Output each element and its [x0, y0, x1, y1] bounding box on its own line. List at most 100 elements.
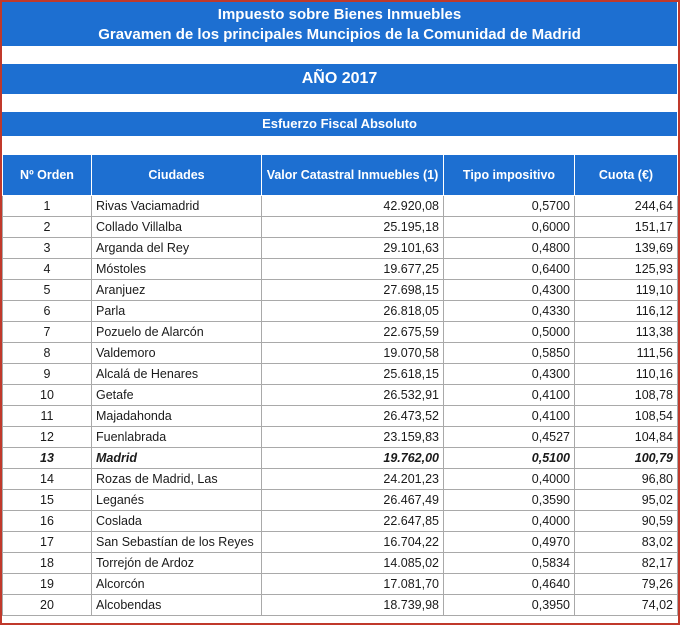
col-header-tax-rate: Tipo impositivo [443, 154, 575, 196]
cell-order: 4 [2, 258, 92, 280]
cell-tax-rate: 0,4000 [443, 468, 575, 490]
cell-city: Getafe [91, 384, 262, 406]
cell-tax-rate: 0,4800 [443, 237, 575, 259]
cell-quota: 125,93 [574, 258, 678, 280]
cell-quota: 82,17 [574, 552, 678, 574]
title-line-1: Impuesto sobre Bienes Inmuebles [217, 6, 462, 23]
title-banner: Impuesto sobre Bienes Inmuebles Gravamen… [2, 2, 677, 46]
cell-order: 18 [2, 552, 92, 574]
cell-tax-rate: 0,5834 [443, 552, 575, 574]
year-banner: AÑO 2017 [2, 64, 677, 94]
table-row: 9 Alcalá de Henares 25.618,15 0,4300 110,16 [2, 363, 678, 385]
cell-quota: 100,79 [574, 447, 678, 469]
cell-order: 9 [2, 363, 92, 385]
cell-tax-rate: 0,5000 [443, 321, 575, 343]
section-banner: Esfuerzo Fiscal Absoluto [2, 112, 677, 136]
cell-city: Móstoles [91, 258, 262, 280]
table-row: 20 Alcobendas 18.739,98 0,3950 74,02 [2, 594, 678, 616]
cell-cadastral-value: 16.704,22 [261, 531, 444, 553]
cell-quota: 110,16 [574, 363, 678, 385]
cell-tax-rate: 0,4970 [443, 531, 575, 553]
cell-cadastral-value: 19.070,58 [261, 342, 444, 364]
cell-quota: 95,02 [574, 489, 678, 511]
cell-quota: 113,38 [574, 321, 678, 343]
cell-cadastral-value: 23.159,83 [261, 426, 444, 448]
cell-city: Arganda del Rey [91, 237, 262, 259]
cell-tax-rate: 0,5700 [443, 195, 575, 217]
cell-city: Rivas Vaciamadrid [91, 195, 262, 217]
cell-cadastral-value: 26.473,52 [261, 405, 444, 427]
cell-cadastral-value: 26.818,05 [261, 300, 444, 322]
table-row: 13 Madrid 19.762,00 0,5100 100,79 [2, 447, 678, 469]
table-row: 4 Móstoles 19.677,25 0,6400 125,93 [2, 258, 678, 280]
cell-quota: 96,80 [574, 468, 678, 490]
cell-quota: 119,10 [574, 279, 678, 301]
cell-tax-rate: 0,6400 [443, 258, 575, 280]
col-header-order: Nº Orden [2, 154, 92, 196]
table-row: 1 Rivas Vaciamadrid 42.920,08 0,5700 244,64 [2, 195, 678, 217]
cell-quota: 79,26 [574, 573, 678, 595]
cell-tax-rate: 0,4330 [443, 300, 575, 322]
table-row: 7 Pozuelo de Alarcón 22.675,59 0,5000 113,38 [2, 321, 678, 343]
cell-order: 2 [2, 216, 92, 238]
cell-tax-rate: 0,3590 [443, 489, 575, 511]
cell-order: 7 [2, 321, 92, 343]
cell-city: Fuenlabrada [91, 426, 262, 448]
cell-cadastral-value: 29.101,63 [261, 237, 444, 259]
cell-city: Collado Villalba [91, 216, 262, 238]
cell-order: 5 [2, 279, 92, 301]
cell-quota: 116,12 [574, 300, 678, 322]
cell-city: Leganés [91, 489, 262, 511]
cell-cadastral-value: 42.920,08 [261, 195, 444, 217]
cell-cadastral-value: 24.201,23 [261, 468, 444, 490]
table-row: 10 Getafe 26.532,91 0,4100 108,78 [2, 384, 678, 406]
cell-quota: 83,02 [574, 531, 678, 553]
col-header-city: Ciudades [91, 154, 262, 196]
table-row: 6 Parla 26.818,05 0,4330 116,12 [2, 300, 678, 322]
cell-tax-rate: 0,6000 [443, 216, 575, 238]
cell-city: Rozas de Madrid, Las [91, 468, 262, 490]
cell-quota: 108,78 [574, 384, 678, 406]
cell-city: Majadahonda [91, 405, 262, 427]
table-row: 11 Majadahonda 26.473,52 0,4100 108,54 [2, 405, 678, 427]
cell-cadastral-value: 25.195,18 [261, 216, 444, 238]
cell-cadastral-value: 25.618,15 [261, 363, 444, 385]
cell-city: Alcobendas [91, 594, 262, 616]
cell-quota: 90,59 [574, 510, 678, 532]
cell-cadastral-value: 26.532,91 [261, 384, 444, 406]
table-row: 16 Coslada 22.647,85 0,4000 90,59 [2, 510, 678, 532]
cell-cadastral-value: 14.085,02 [261, 552, 444, 574]
table-header-row: Nº Orden Ciudades Valor Catastral Inmueb… [2, 154, 678, 196]
col-header-quota: Cuota (€) [574, 154, 678, 196]
cell-order: 11 [2, 405, 92, 427]
cell-cadastral-value: 22.647,85 [261, 510, 444, 532]
cell-city: San Sebastían de los Reyes [91, 531, 262, 553]
cell-order: 10 [2, 384, 92, 406]
cell-cadastral-value: 22.675,59 [261, 321, 444, 343]
cell-tax-rate: 0,4300 [443, 279, 575, 301]
table-row: 8 Valdemoro 19.070,58 0,5850 111,56 [2, 342, 678, 364]
cell-city: Aranjuez [91, 279, 262, 301]
cell-order: 8 [2, 342, 92, 364]
cell-tax-rate: 0,3950 [443, 594, 575, 616]
cell-tax-rate: 0,4000 [443, 510, 575, 532]
tax-table: Nº Orden Ciudades Valor Catastral Inmueb… [2, 154, 678, 616]
cell-tax-rate: 0,4300 [443, 363, 575, 385]
cell-order: 15 [2, 489, 92, 511]
cell-tax-rate: 0,5100 [443, 447, 575, 469]
table-row: 19 Alcorcón 17.081,70 0,4640 79,26 [2, 573, 678, 595]
table-row: 5 Aranjuez 27.698,15 0,4300 119,10 [2, 279, 678, 301]
title-line-2: Gravamen de los principales Muncipios de… [98, 26, 581, 43]
table-body: 1 Rivas Vaciamadrid 42.920,08 0,5700 244,64 2… [2, 195, 678, 616]
cell-quota: 108,54 [574, 405, 678, 427]
cell-order: 6 [2, 300, 92, 322]
cell-order: 14 [2, 468, 92, 490]
cell-city: Alcalá de Henares [91, 363, 262, 385]
cell-order: 19 [2, 573, 92, 595]
cell-order: 20 [2, 594, 92, 616]
table-row: 12 Fuenlabrada 23.159,83 0,4527 104,84 [2, 426, 678, 448]
cell-order: 3 [2, 237, 92, 259]
table-row: 14 Rozas de Madrid, Las 24.201,23 0,4000 96,… [2, 468, 678, 490]
cell-quota: 104,84 [574, 426, 678, 448]
cell-tax-rate: 0,4640 [443, 573, 575, 595]
